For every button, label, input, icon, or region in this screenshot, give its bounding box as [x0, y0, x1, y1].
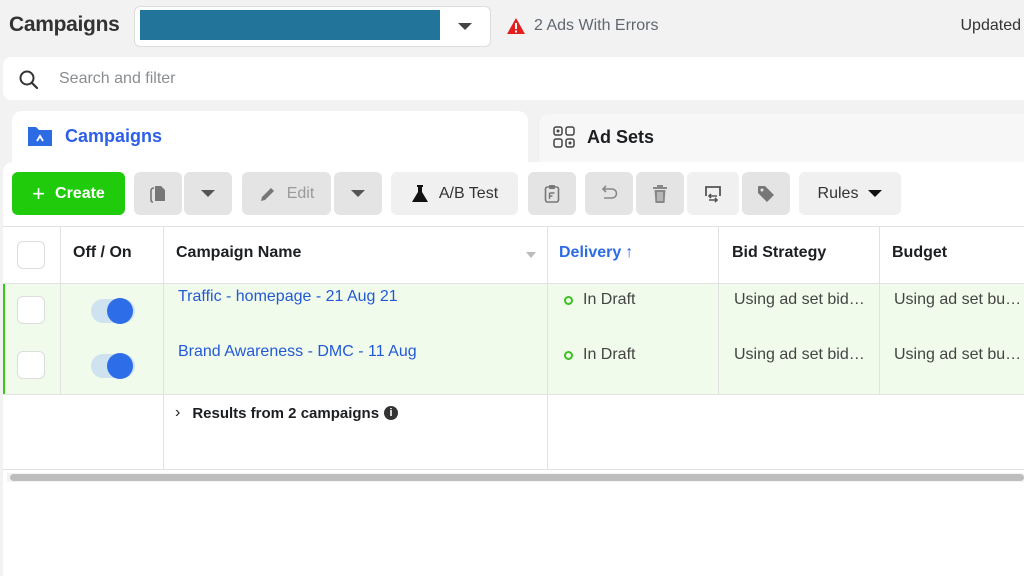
campaign-toggle[interactable]	[91, 298, 135, 324]
ab-test-label: A/B Test	[438, 184, 499, 202]
divider	[3, 394, 1024, 395]
budget-cell: Using ad set bu…	[894, 291, 1022, 308]
trash-icon	[653, 184, 667, 203]
tag-button[interactable]	[742, 172, 790, 215]
rows-highlight	[3, 283, 1024, 394]
toolbar: + Create Edit A/B Test Rules	[3, 162, 1024, 224]
info-icon[interactable]: i	[384, 406, 399, 420]
campaign-name-link[interactable]: Brand Awareness - DMC - 11 Aug	[178, 343, 417, 361]
edit-label: Edit	[286, 184, 315, 202]
edit-button[interactable]: Edit	[242, 172, 331, 215]
column-header-off-on[interactable]: Off / On	[73, 244, 132, 262]
tab-ad-sets-label: Ad Sets	[587, 126, 655, 147]
campaign-name-link[interactable]: Traffic - homepage - 21 Aug 21	[178, 288, 398, 306]
chevron-down-icon	[201, 190, 215, 197]
column-menu-caret[interactable]	[526, 252, 536, 258]
divider	[3, 226, 1024, 227]
delivery-label: In Draft	[583, 346, 636, 363]
search-icon	[19, 70, 39, 90]
divider	[718, 226, 719, 394]
scrollbar-thumb[interactable]	[10, 474, 1024, 481]
chevron-down-icon	[868, 190, 883, 197]
rules-button[interactable]: Rules	[799, 172, 901, 215]
ads-errors-link[interactable]: 2 Ads With Errors	[506, 17, 658, 35]
toggle-knob	[107, 298, 133, 324]
ab-test-button[interactable]: A/B Test	[391, 172, 518, 215]
updated-label: Updated	[960, 17, 1022, 34]
clipboard-icon	[544, 184, 560, 203]
swap-button[interactable]	[687, 172, 739, 215]
folder-icon	[28, 127, 52, 146]
divider	[60, 226, 61, 394]
horizontal-scrollbar[interactable]	[7, 473, 1024, 482]
column-header-campaign-name[interactable]: Campaign Name	[176, 244, 301, 262]
row-checkbox[interactable]	[17, 296, 45, 324]
plus-icon: +	[32, 180, 46, 206]
divider	[3, 469, 1024, 470]
draft-status-icon	[564, 350, 573, 360]
duplicate-icon	[150, 185, 165, 203]
delivery-status: In Draft	[564, 291, 635, 309]
swap-icon	[705, 185, 721, 203]
column-header-delivery-label: Delivery	[559, 244, 622, 261]
redacted-account-name	[140, 10, 440, 40]
delivery-label: In Draft	[583, 291, 636, 308]
campaign-toggle[interactable]	[91, 353, 135, 379]
chevron-down-icon	[351, 190, 365, 197]
undo-button[interactable]	[585, 172, 633, 215]
row-checkbox[interactable]	[17, 351, 45, 379]
column-header-bid-strategy[interactable]: Bid Strategy	[732, 244, 826, 262]
budget-cell: Using ad set bu…	[894, 346, 1022, 363]
divider	[547, 226, 548, 469]
errors-label: 2 Ads With Errors	[534, 17, 659, 34]
clipboard-button[interactable]	[528, 172, 576, 215]
chevron-down-icon	[458, 23, 472, 30]
results-summary-label: Results from 2 campaigns	[192, 404, 380, 422]
chevron-right-icon: ›	[175, 404, 181, 421]
create-button[interactable]: + Create	[12, 172, 125, 215]
flask-icon	[411, 184, 428, 202]
pencil-icon	[260, 187, 274, 201]
rules-label: Rules	[817, 184, 859, 202]
results-summary[interactable]: › Results from 2 campaigns i	[175, 404, 399, 422]
search-input[interactable]	[59, 68, 959, 90]
sort-ascending-icon: ↑	[625, 244, 634, 261]
bid-strategy-cell: Using ad set bid…	[734, 291, 865, 308]
campaigns-panel: + Create Edit A/B Test Rules Off / On Ca…	[3, 162, 1024, 576]
divider	[3, 283, 1024, 284]
top-bar: Campaigns 2 Ads With Errors Updated	[0, 0, 1024, 56]
warning-icon	[507, 18, 525, 34]
column-header-budget[interactable]: Budget	[892, 244, 947, 262]
page-title: Campaigns	[9, 13, 120, 36]
bid-strategy-cell: Using ad set bid…	[734, 346, 865, 363]
select-all-checkbox[interactable]	[17, 241, 45, 269]
undo-icon	[601, 184, 618, 199]
delete-button[interactable]	[636, 172, 684, 215]
delivery-status: In Draft	[564, 346, 635, 364]
duplicate-dropdown[interactable]	[184, 172, 232, 215]
grid-icon	[553, 126, 575, 148]
draft-status-icon	[564, 295, 573, 305]
toggle-knob	[107, 353, 133, 379]
search-bar	[3, 57, 1024, 100]
edit-dropdown[interactable]	[334, 172, 382, 215]
divider	[879, 226, 880, 394]
tab-ad-sets[interactable]: Ad Sets	[538, 114, 1024, 164]
divider	[163, 226, 164, 469]
column-header-delivery[interactable]: Delivery ↑	[559, 244, 633, 262]
tag-icon	[758, 185, 774, 202]
account-selector[interactable]	[134, 6, 491, 47]
tab-campaigns-label: Campaigns	[65, 125, 163, 146]
create-label: Create	[55, 184, 105, 202]
duplicate-button[interactable]	[134, 172, 182, 215]
rows-accent	[3, 283, 5, 394]
